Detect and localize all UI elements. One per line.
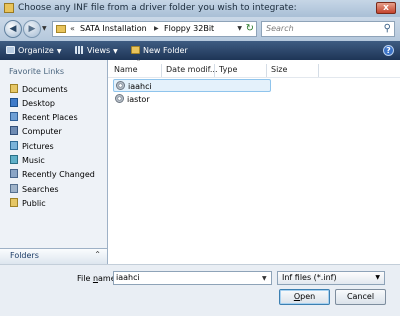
sidebar-item-public[interactable]: Public bbox=[10, 198, 46, 210]
search-input[interactable]: Search ⚲ bbox=[261, 21, 395, 37]
desktop-icon bbox=[10, 98, 18, 107]
file-row-iastor[interactable]: iastor bbox=[113, 93, 150, 106]
sidebar-item-computer[interactable]: Computer bbox=[10, 126, 62, 138]
dialog-footer: File name: iaahci ▼ Inf files (*.inf) ▼ … bbox=[0, 264, 400, 316]
open-file-dialog: Choose any INF file from a driver folder… bbox=[0, 0, 400, 316]
sidebar-item-label: Music bbox=[22, 156, 45, 165]
new-folder-button[interactable]: New Folder bbox=[131, 44, 188, 57]
file-row-iaahci[interactable]: iaahci bbox=[113, 79, 271, 92]
title-bar: Choose any INF file from a driver folder… bbox=[0, 0, 400, 17]
chevron-down-icon: ▼ bbox=[113, 48, 118, 55]
search-icon[interactable]: ⚲ bbox=[384, 23, 391, 34]
views-button[interactable]: Views ▼ bbox=[75, 44, 118, 57]
navigation-pane: Favorite Links Documents Desktop Recent … bbox=[0, 60, 108, 264]
sidebar-item-label: Desktop bbox=[22, 99, 55, 108]
column-header-row: Name ⌃ Date modif... Type Size bbox=[108, 59, 400, 78]
file-type-select[interactable]: Inf files (*.inf) ▼ bbox=[277, 271, 385, 285]
recently-changed-icon bbox=[10, 169, 18, 178]
folders-label: Folders bbox=[10, 251, 39, 260]
documents-icon bbox=[10, 84, 18, 93]
sidebar-item-label: Pictures bbox=[22, 142, 54, 151]
views-label: Views bbox=[87, 46, 111, 55]
cancel-button[interactable]: Cancel bbox=[335, 289, 386, 305]
file-name-field[interactable]: iaahci bbox=[113, 271, 272, 285]
forward-button[interactable]: ▶ bbox=[23, 20, 41, 38]
sidebar-item-desktop[interactable]: Desktop bbox=[10, 98, 55, 110]
column-header-date-modified[interactable]: Date modif... bbox=[166, 65, 218, 74]
help-icon[interactable]: ? bbox=[383, 45, 394, 56]
organize-button[interactable]: Organize ▼ bbox=[6, 44, 61, 57]
file-name: iaahci bbox=[128, 82, 152, 91]
sidebar-item-label: Recent Places bbox=[22, 113, 78, 122]
file-list: Name ⌃ Date modif... Type Size iaahci ia… bbox=[108, 59, 400, 264]
open-button[interactable]: Open bbox=[279, 289, 330, 305]
overflow-chevron[interactable]: « bbox=[70, 24, 75, 33]
public-icon bbox=[10, 198, 18, 207]
organize-icon bbox=[6, 46, 15, 54]
search-placeholder: Search bbox=[266, 24, 294, 33]
favorite-links-header: Favorite Links bbox=[9, 67, 65, 76]
sidebar-item-recently-changed[interactable]: Recently Changed bbox=[10, 169, 95, 181]
command-toolbar: Organize ▼ Views ▼ New Folder ? bbox=[0, 41, 400, 60]
back-button[interactable]: ◀ bbox=[4, 20, 22, 38]
chevron-down-icon: ▼ bbox=[56, 48, 62, 55]
sidebar-item-music[interactable]: Music bbox=[10, 155, 45, 167]
folder-icon bbox=[4, 3, 14, 13]
address-box[interactable]: « SATA Installation ▶ Floppy 32Bit ▼ ↻ bbox=[52, 21, 257, 37]
music-icon bbox=[10, 155, 18, 164]
breadcrumb-sata-installation[interactable]: SATA Installation bbox=[80, 24, 147, 33]
address-bar: ◀ ▶ ▼ « SATA Installation ▶ Floppy 32Bit… bbox=[0, 17, 400, 41]
pictures-icon bbox=[10, 141, 18, 150]
views-icon bbox=[75, 46, 84, 54]
close-button[interactable]: x bbox=[376, 2, 396, 14]
chevron-up-icon: ⌃ bbox=[94, 250, 101, 259]
new-folder-icon bbox=[131, 46, 140, 54]
column-header-type[interactable]: Type bbox=[219, 65, 237, 74]
column-header-size[interactable]: Size bbox=[271, 65, 287, 74]
breadcrumb-floppy-32bit[interactable]: Floppy 32Bit bbox=[164, 24, 214, 33]
sort-indicator-icon: ⌃ bbox=[136, 59, 142, 66]
recent-pages-dropdown[interactable]: ▼ bbox=[42, 25, 47, 32]
file-name: iastor bbox=[127, 95, 150, 104]
address-dropdown-arrow[interactable]: ▼ bbox=[237, 25, 242, 32]
new-folder-label: New Folder bbox=[143, 46, 188, 55]
recent-places-icon bbox=[10, 112, 18, 121]
searches-icon bbox=[10, 184, 18, 193]
organize-label: Organize bbox=[18, 46, 54, 55]
sidebar-item-label: Computer bbox=[22, 127, 62, 136]
window-title: Choose any INF file from a driver folder… bbox=[18, 3, 297, 13]
file-name-dropdown-arrow[interactable]: ▼ bbox=[262, 275, 267, 282]
sidebar-item-searches[interactable]: Searches bbox=[10, 184, 59, 196]
column-divider[interactable] bbox=[214, 64, 215, 77]
file-type-value: Inf files (*.inf) bbox=[282, 273, 337, 282]
sidebar-item-label: Documents bbox=[22, 85, 68, 94]
chevron-down-icon: ▼ bbox=[375, 274, 380, 281]
breadcrumb-separator[interactable]: ▶ bbox=[154, 25, 159, 32]
sidebar-item-label: Searches bbox=[22, 185, 59, 194]
refresh-icon[interactable]: ↻ bbox=[246, 23, 254, 34]
column-divider[interactable] bbox=[161, 64, 162, 77]
inf-file-icon bbox=[116, 81, 125, 90]
column-header-name[interactable]: Name bbox=[114, 65, 138, 74]
sidebar-item-documents[interactable]: Documents bbox=[10, 84, 68, 96]
computer-icon bbox=[10, 126, 18, 135]
sidebar-item-pictures[interactable]: Pictures bbox=[10, 141, 54, 153]
column-divider[interactable] bbox=[266, 64, 267, 77]
folder-icon bbox=[56, 25, 66, 33]
sidebar-item-label: Recently Changed bbox=[22, 170, 95, 179]
folders-toggle[interactable]: Folders ⌃ bbox=[0, 248, 107, 264]
sidebar-item-recent-places[interactable]: Recent Places bbox=[10, 112, 78, 124]
column-divider[interactable] bbox=[318, 64, 319, 77]
sidebar-item-label: Public bbox=[22, 199, 46, 208]
inf-file-icon bbox=[115, 94, 124, 103]
